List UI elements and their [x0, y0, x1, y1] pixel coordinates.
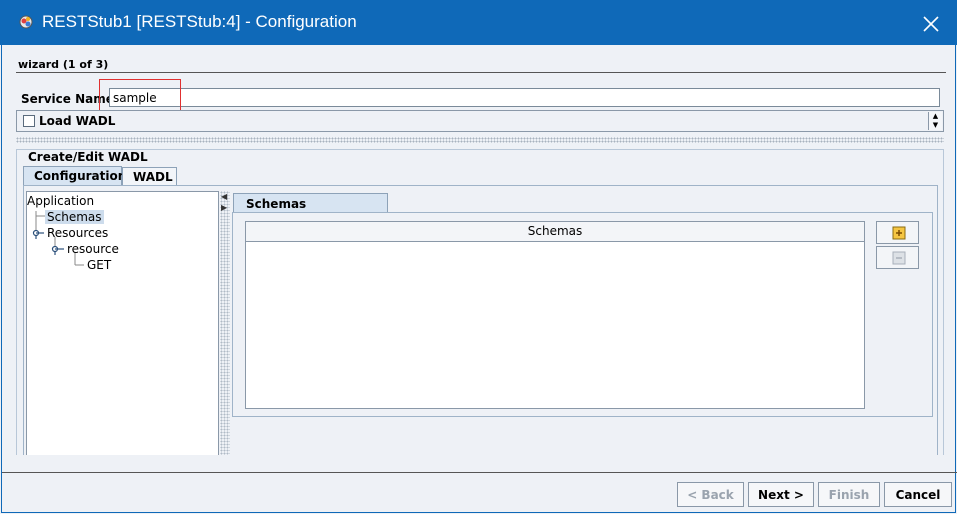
service-name-input[interactable] — [109, 88, 940, 107]
window-title: RESTStub1 [RESTStub:4] - Configuration — [42, 12, 357, 31]
splitter-left-arrow-icon[interactable]: ◀ — [221, 192, 227, 201]
load-wadl-row[interactable]: Load WADL ▲ ▼ — [16, 110, 944, 132]
tab-wadl-label: WADL — [133, 170, 173, 184]
finish-button[interactable]: Finish — [818, 482, 880, 507]
title-bar: RESTStub1 [RESTStub:4] - Configuration — [0, 0, 957, 45]
tree-item-resources[interactable]: Resources — [47, 226, 108, 240]
tab-schemas-configuration[interactable]: Schemas Configuration — [233, 193, 388, 225]
tree-expand-icon[interactable] — [51, 245, 65, 256]
footer-separator — [2, 472, 957, 473]
next-button[interactable]: Next > — [748, 482, 814, 507]
group-title: Create/Edit WADL — [26, 150, 150, 164]
wizard-step-label: wizard (1 of 3) — [18, 58, 109, 71]
splitter-right-arrow-icon[interactable]: ▶ — [221, 203, 227, 212]
tree-item-get[interactable]: GET — [87, 258, 111, 272]
tree-item-resource[interactable]: resource — [67, 242, 119, 256]
splitter-handle[interactable] — [16, 137, 944, 143]
tree-expand-icon[interactable] — [32, 229, 45, 240]
spinner-down-icon[interactable]: ▼ — [929, 121, 942, 130]
spinner-up-icon[interactable]: ▲ — [929, 112, 942, 121]
add-icon — [892, 226, 906, 240]
service-name-label: Service Name — [21, 92, 114, 106]
tree-splitter[interactable]: ◀ ▶ — [220, 191, 230, 455]
close-icon[interactable] — [915, 8, 945, 38]
dialog-content: wizard (1 of 3) Service Name Load WADL ▲… — [1, 45, 957, 513]
remove-icon — [892, 251, 906, 265]
tree-item-schemas[interactable]: Schemas — [45, 210, 104, 224]
tab-configuration-label: Configuration — [34, 169, 127, 183]
schemas-column-header[interactable]: Schemas — [246, 222, 864, 242]
wadl-tree[interactable]: Application Schemas Resources resource G… — [26, 191, 219, 455]
wizard-separator — [16, 72, 946, 73]
app-icon — [19, 15, 33, 29]
load-wadl-checkbox[interactable] — [23, 115, 35, 127]
schemas-table[interactable]: Schemas — [245, 221, 865, 409]
remove-schema-button[interactable] — [876, 246, 919, 269]
tab-wadl[interactable]: WADL — [122, 167, 177, 186]
tree-item-application[interactable]: Application — [27, 194, 94, 208]
tab-configuration[interactable]: Configuration — [23, 166, 126, 185]
add-schema-button[interactable] — [876, 221, 919, 244]
load-wadl-spinner[interactable]: ▲ ▼ — [928, 112, 942, 130]
back-button[interactable]: < Back — [677, 482, 744, 507]
load-wadl-label: Load WADL — [39, 114, 116, 128]
cancel-button[interactable]: Cancel — [884, 482, 952, 507]
